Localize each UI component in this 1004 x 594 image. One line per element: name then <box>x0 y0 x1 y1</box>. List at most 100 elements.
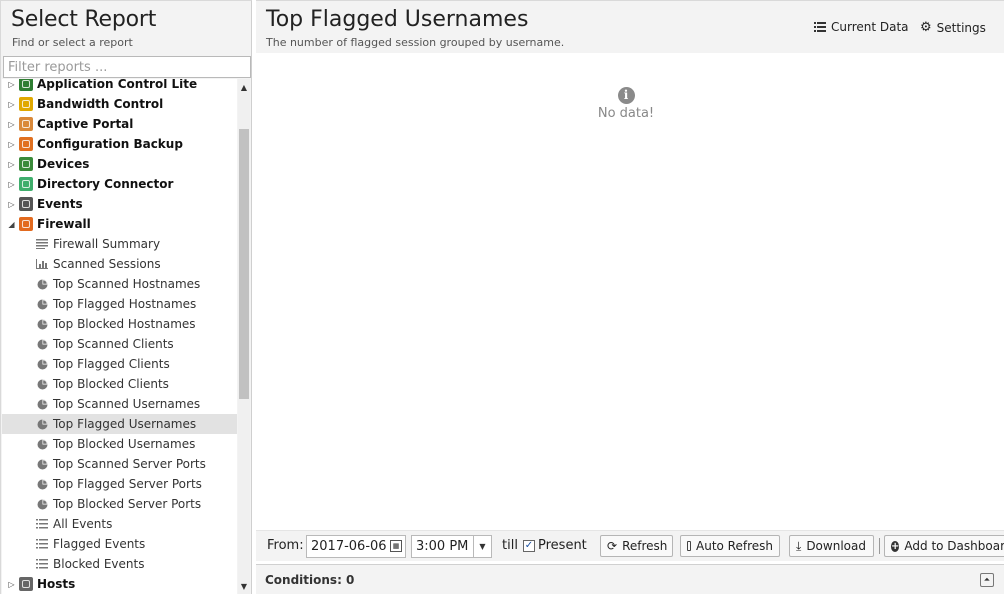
download-button[interactable]: ⤓ Download <box>789 535 874 557</box>
collapse-arrow-icon[interactable]: ◢ <box>7 220 16 229</box>
expand-arrow-icon[interactable]: ▷ <box>7 80 16 89</box>
date-field[interactable]: 2017-06-06 ▦ <box>306 535 406 558</box>
tree-report-flagged-events[interactable]: Flagged Events <box>2 534 237 554</box>
tree-report-label: Top Blocked Usernames <box>53 437 196 451</box>
tree-app-application-control-lite[interactable]: ▷ Application Control Lite <box>2 79 237 94</box>
tree-app-devices[interactable]: ▷ Devices <box>2 154 237 174</box>
chevron-down-icon[interactable]: ▼ <box>473 536 491 557</box>
from-label: From: <box>267 538 304 553</box>
pie-chart-icon <box>35 419 49 430</box>
tree-report-top-scanned-server-ports[interactable]: Top Scanned Server Ports <box>2 454 237 474</box>
tree-app-configuration-backup[interactable]: ▷ Configuration Backup <box>2 134 237 154</box>
info-icon: i <box>617 87 635 104</box>
tree-report-label: Scanned Sessions <box>53 257 161 271</box>
refresh-button[interactable]: ⟳ Refresh <box>600 535 673 557</box>
tree-app-label: Application Control Lite <box>37 79 198 91</box>
tree-report-top-flagged-clients[interactable]: Top Flagged Clients <box>2 354 237 374</box>
scrollbar-thumb[interactable] <box>239 129 249 399</box>
tree-app-hosts[interactable]: ▷ Hosts <box>2 574 237 594</box>
time-select[interactable]: 3:00 PM ▼ <box>411 535 492 558</box>
tree-app-directory-connector[interactable]: ▷ Directory Connector <box>2 174 237 194</box>
tree-report-top-blocked-server-ports[interactable]: Top Blocked Server Ports <box>2 494 237 514</box>
tree-app-label: Events <box>37 197 83 211</box>
till-label: till <box>502 538 518 553</box>
tree-report-label: Top Blocked Server Ports <box>53 497 202 511</box>
pie-chart-icon <box>35 299 49 310</box>
pie-chart-icon <box>35 359 49 370</box>
scroll-down-arrow-icon[interactable]: ▼ <box>238 580 250 594</box>
add-to-dashboard-button[interactable]: + Add to Dashboard <box>884 535 1004 557</box>
tree-app-captive-portal[interactable]: ▷ Captive Portal <box>2 114 237 134</box>
tree-app-events[interactable]: ▷ Events <box>2 194 237 214</box>
app-control-lite-icon <box>19 79 33 91</box>
tree-report-label: Top Blocked Clients <box>53 377 169 391</box>
settings-label: Settings <box>936 20 986 35</box>
expand-arrow-icon[interactable]: ▷ <box>7 140 16 149</box>
tree-report-top-scanned-clients[interactable]: Top Scanned Clients <box>2 334 237 354</box>
current-data-label: Current Data <box>831 20 909 34</box>
conditions-bar[interactable]: Conditions: 0 ⏶ <box>256 564 1004 594</box>
panel-title: Select Report <box>11 7 157 32</box>
pie-chart-icon <box>35 379 49 390</box>
tree-report-top-flagged-hostnames[interactable]: Top Flagged Hostnames <box>2 294 237 314</box>
checkbox-icon <box>687 541 691 551</box>
tree-report-top-flagged-usernames[interactable]: Top Flagged Usernames <box>2 414 237 434</box>
tree-report-top-blocked-clients[interactable]: Top Blocked Clients <box>2 374 237 394</box>
bandwidth-control-icon <box>19 97 33 111</box>
tree-report-label: Firewall Summary <box>53 237 161 251</box>
tree-report-label: Top Scanned Server Ports <box>53 457 206 471</box>
tree-report-top-blocked-usernames[interactable]: Top Blocked Usernames <box>2 434 237 454</box>
tree-app-label: Captive Portal <box>37 117 134 131</box>
list-icon <box>35 539 49 549</box>
scroll-up-arrow-icon[interactable]: ▲ <box>238 81 250 95</box>
tree-report-top-flagged-server-ports[interactable]: Top Flagged Server Ports <box>2 474 237 494</box>
tree-app-label: Directory Connector <box>37 177 174 191</box>
tree-report-label: All Events <box>53 517 113 531</box>
expand-arrow-icon[interactable]: ▷ <box>7 100 16 109</box>
report-selector-panel: Select Report Find or select a report ▷ A… <box>0 0 252 594</box>
report-view: Top Flagged Usernames The number of flag… <box>256 0 1004 594</box>
report-subtitle: The number of flagged session grouped by… <box>266 36 565 49</box>
tree-report-blocked-events[interactable]: Blocked Events <box>2 554 237 574</box>
report-header: Top Flagged Usernames The number of flag… <box>256 1 1004 53</box>
tree-report-top-scanned-hostnames[interactable]: Top Scanned Hostnames <box>2 274 237 294</box>
settings-button[interactable]: ⚙ Settings <box>920 20 986 35</box>
tree-report-top-scanned-usernames[interactable]: Top Scanned Usernames <box>2 394 237 414</box>
time-value: 3:00 PM <box>416 539 469 554</box>
filter-reports-input[interactable] <box>3 56 251 78</box>
plus-circle-icon: + <box>891 540 900 552</box>
tree-scrollbar[interactable]: ▲ ▼ <box>238 79 250 594</box>
tree-app-firewall[interactable]: ◢ Firewall <box>2 214 237 234</box>
tree-report-firewall-summary[interactable]: Firewall Summary <box>2 234 237 254</box>
tree-app-bandwidth-control[interactable]: ▷ Bandwidth Control <box>2 94 237 114</box>
list-icon <box>814 22 826 32</box>
pie-chart-icon <box>35 319 49 330</box>
current-data-button[interactable]: Current Data <box>814 20 909 34</box>
firewall-icon <box>19 217 33 231</box>
tree-report-top-blocked-hostnames[interactable]: Top Blocked Hostnames <box>2 314 237 334</box>
report-toolbar: From: 2017-06-06 ▦ 3:00 PM ▼ till ✓ Pres… <box>256 530 1004 561</box>
date-value: 2017-06-06 <box>311 539 387 554</box>
report-tree: ▷ Application Control Lite ▷ Bandwidth Cont… <box>2 79 237 594</box>
pie-chart-icon <box>35 279 49 290</box>
expand-arrow-icon[interactable]: ▷ <box>7 160 16 169</box>
tree-app-label: Configuration Backup <box>37 137 183 151</box>
tree-report-label: Top Scanned Usernames <box>53 397 201 411</box>
captive-portal-icon <box>19 117 33 131</box>
calendar-icon[interactable]: ▦ <box>390 540 402 552</box>
expand-arrow-icon[interactable]: ▷ <box>7 180 16 189</box>
add-to-dashboard-label: Add to Dashboard <box>904 539 1004 553</box>
empty-state: i No data! <box>586 87 666 121</box>
expand-arrow-icon[interactable]: ▷ <box>7 200 16 209</box>
tree-report-scanned-sessions[interactable]: Scanned Sessions <box>2 254 237 274</box>
auto-refresh-button[interactable]: Auto Refresh <box>680 535 780 557</box>
devices-icon <box>19 157 33 171</box>
text-lines-icon <box>35 239 49 249</box>
tree-report-all-events[interactable]: All Events <box>2 514 237 534</box>
collapse-up-icon[interactable]: ⏶ <box>980 573 994 587</box>
expand-arrow-icon[interactable]: ▷ <box>7 120 16 129</box>
list-icon <box>35 519 49 529</box>
expand-arrow-icon[interactable]: ▷ <box>7 580 16 589</box>
present-checkbox[interactable]: ✓ <box>523 540 535 552</box>
pie-chart-icon <box>35 499 49 510</box>
